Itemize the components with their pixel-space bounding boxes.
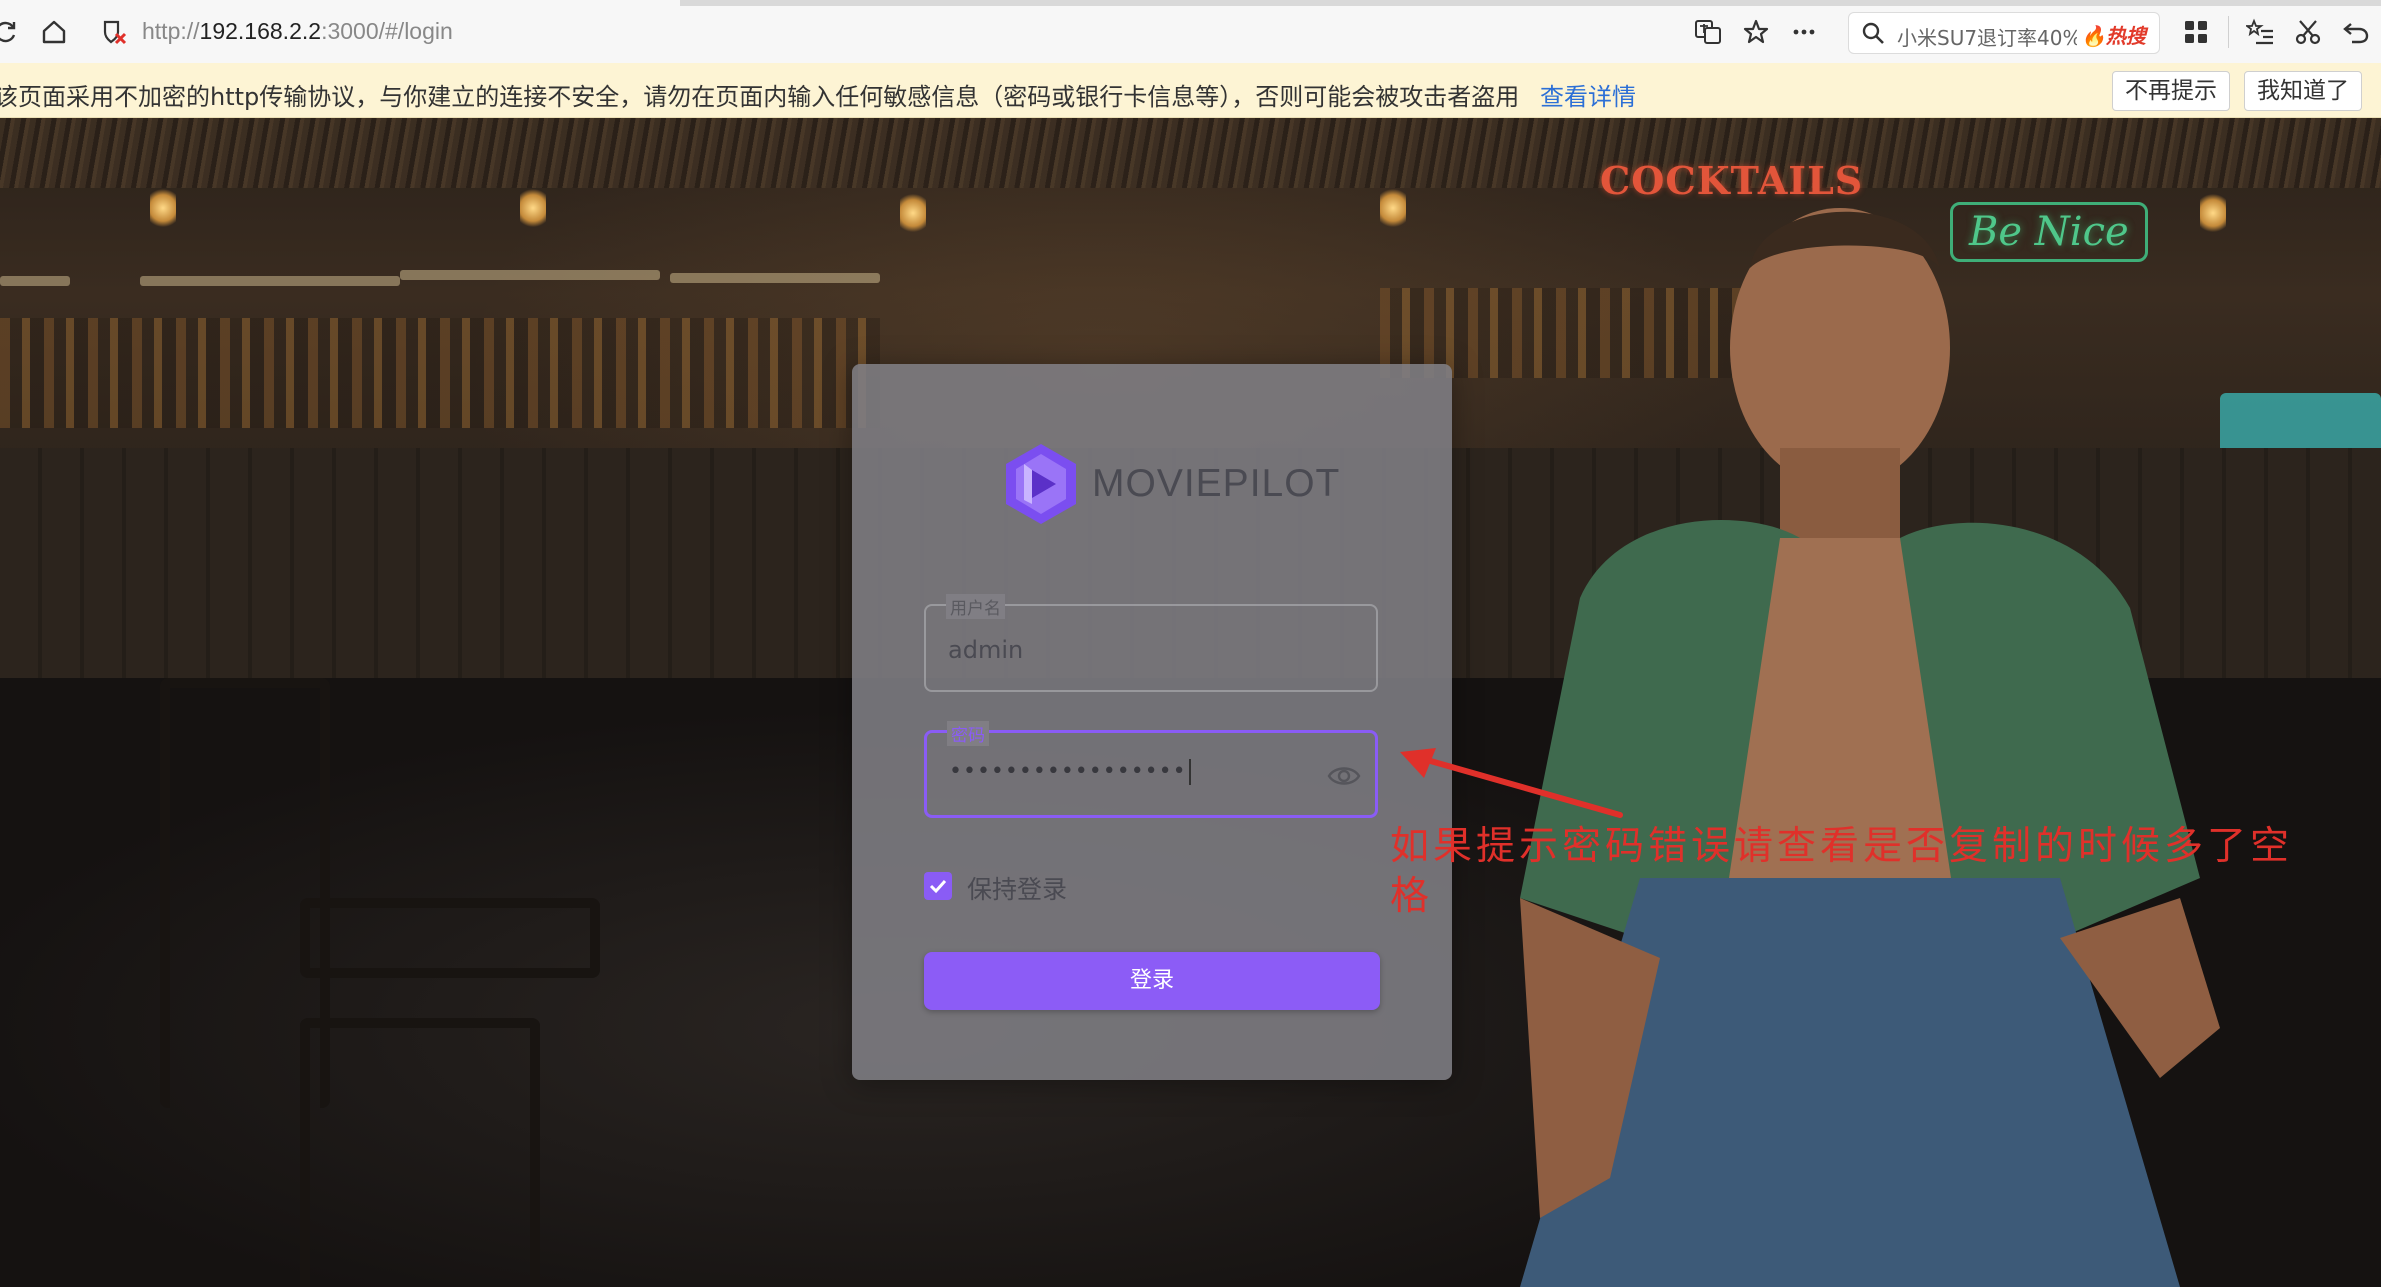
search-suggestion: 小米SU7退订率40% (1897, 26, 2077, 50)
password-field[interactable]: 密码 ••••••••••••••••• (924, 721, 1378, 818)
url-scheme: http:// (142, 18, 200, 44)
dont-remind-button[interactable]: 不再提示 (2112, 71, 2230, 111)
tab-strip-edge (680, 0, 2381, 6)
liquor-bottles (0, 318, 880, 428)
flame-icon: 🔥 (2081, 24, 2106, 48)
undo-icon[interactable] (2340, 16, 2372, 48)
username-label: 用户名 (946, 594, 1005, 619)
view-details-link[interactable]: 查看详情 (1540, 77, 1636, 112)
url-host: 192.168.2.2 (199, 18, 322, 44)
login-card: MOVIEPILOT 用户名 admin 密码 ••••••••••••••••… (852, 364, 1452, 1080)
home-icon[interactable] (38, 16, 70, 48)
hot-search-badge: 🔥热搜 (2081, 20, 2146, 49)
lantern (150, 188, 176, 228)
remember-me-label[interactable]: 保持登录 (967, 870, 1067, 906)
password-value: ••••••••••••••••• (949, 759, 1191, 785)
bar-chair (300, 1018, 540, 1287)
bookmark-star-icon[interactable] (1740, 16, 1772, 48)
checkmark-icon (929, 879, 947, 894)
search-icon (1861, 21, 1885, 49)
reload-icon[interactable] (0, 16, 22, 48)
text-caret (1188, 759, 1191, 785)
table (300, 898, 600, 978)
address-bar[interactable]: http://192.168.2.2:3000/#/login (142, 18, 453, 45)
password-mask: ••••••••••••••••• (949, 759, 1187, 784)
brand-name: MOVIEPILOT (1092, 462, 1341, 505)
got-it-button[interactable]: 我知道了 (2244, 71, 2362, 111)
lantern (900, 193, 926, 233)
bar-shelf (670, 273, 880, 283)
bar-shelf (0, 276, 70, 286)
insecure-connection-warning: 该页面采用不加密的http传输协议，与你建立的连接不安全，请勿在页面内输入任何敏… (0, 63, 2381, 118)
search-box[interactable]: 小米SU7退订率40% 🔥热搜 (1848, 12, 2160, 54)
translate-icon[interactable] (1692, 16, 1724, 48)
annotation-note: 如果提示密码错误请查看是否复制的时候多了空格 (1390, 824, 2294, 919)
show-password-eye-icon[interactable] (1327, 761, 1361, 791)
moviepilot-logo-icon (1006, 444, 1076, 524)
scissors-icon[interactable] (2292, 16, 2324, 48)
login-button[interactable]: 登录 (924, 952, 1380, 1010)
browser-toolbar: http://192.168.2.2:3000/#/login 小米SU7退订率… (0, 0, 2381, 64)
remember-me-checkbox[interactable] (924, 872, 952, 900)
insecure-shield-icon[interactable] (98, 16, 130, 48)
bar-shelf (400, 270, 660, 280)
warning-message: 该页面采用不加密的http传输协议，与你建立的连接不安全，请勿在页面内输入任何敏… (0, 83, 1520, 111)
more-icon[interactable] (1788, 16, 1820, 48)
favorites-list-icon[interactable] (2244, 16, 2276, 48)
apps-grid-icon[interactable] (2180, 16, 2212, 48)
password-label: 密码 (947, 721, 989, 746)
bar-shelf (140, 276, 400, 286)
lantern (520, 188, 546, 228)
hot-badge-label: 热搜 (2105, 24, 2146, 48)
username-value: admin (948, 636, 1024, 664)
username-field[interactable]: 用户名 admin (924, 594, 1378, 692)
toolbar-separator (2228, 16, 2229, 48)
url-path: :3000/#/login (321, 18, 453, 44)
